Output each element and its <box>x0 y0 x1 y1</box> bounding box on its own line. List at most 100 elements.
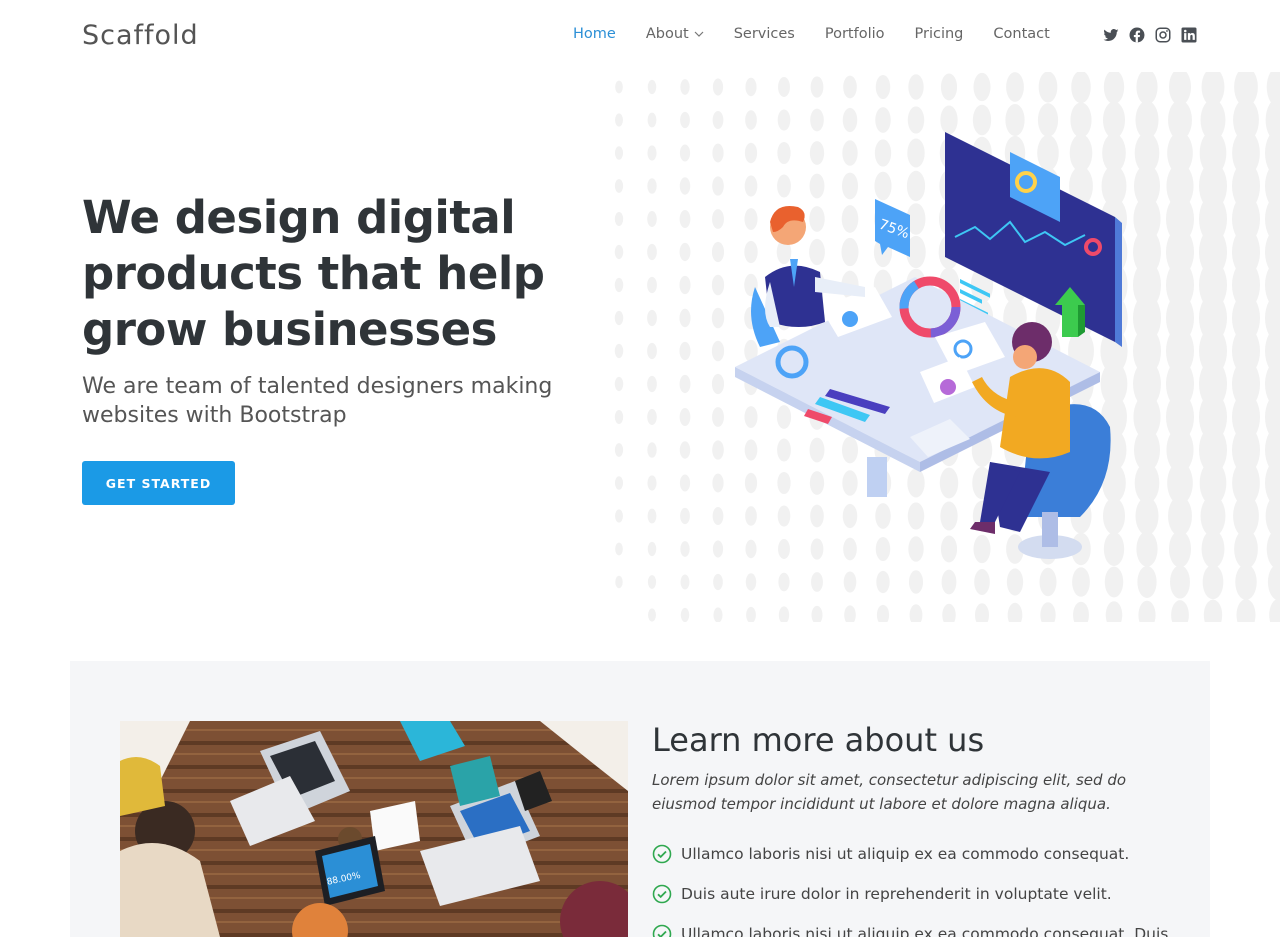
nav-item-about[interactable]: About <box>646 26 704 42</box>
background-dot <box>778 77 790 97</box>
background-dot <box>615 80 623 94</box>
background-dot <box>1235 564 1257 600</box>
background-dot <box>1201 529 1225 569</box>
background-dot <box>1138 600 1156 622</box>
background-dot <box>679 177 691 195</box>
background-dot <box>1170 565 1190 599</box>
hero-section: We design digital products that help gro… <box>0 72 1280 622</box>
background-dot <box>614 179 624 193</box>
background-dot <box>647 409 657 425</box>
background-dot <box>908 570 924 594</box>
background-dot <box>647 508 657 524</box>
background-dot <box>614 410 624 424</box>
background-dot <box>680 541 690 557</box>
background-dot <box>679 308 691 328</box>
background-dot <box>680 507 690 525</box>
background-dot <box>1007 602 1023 622</box>
background-dot <box>1104 566 1124 598</box>
nav-item-label: Home <box>573 26 616 42</box>
linkedin-icon[interactable] <box>1180 26 1198 44</box>
chevron-down-icon <box>694 31 704 37</box>
background-dot <box>680 607 690 622</box>
background-dot <box>1168 496 1192 536</box>
background-dot <box>679 341 691 361</box>
background-dot <box>778 606 790 622</box>
background-dot <box>1072 567 1090 597</box>
nav-item-label: Contact <box>993 26 1050 42</box>
background-dot <box>811 572 823 592</box>
background-dot <box>1168 530 1192 568</box>
background-dot <box>1236 599 1256 622</box>
nav-item-pricing[interactable]: Pricing <box>915 26 964 42</box>
list-item: Ullamco laboris nisi ut aliquip ex ea co… <box>652 914 1172 937</box>
background-dot <box>844 605 856 622</box>
background-dot <box>647 575 657 589</box>
list-item-text: Ullamco laboris nisi ut aliquip ex ea co… <box>681 925 1169 937</box>
background-dot <box>713 573 723 591</box>
background-dot <box>648 608 656 622</box>
background-dot <box>1137 565 1157 599</box>
site-logo[interactable]: Scaffold <box>82 20 199 51</box>
background-dot <box>647 541 657 557</box>
background-dot <box>1269 598 1280 622</box>
background-dot <box>647 276 657 294</box>
background-dot <box>973 72 991 102</box>
background-dot <box>647 243 657 261</box>
background-dot <box>712 78 724 96</box>
background-dot <box>1103 72 1125 104</box>
background-dot <box>1071 72 1091 104</box>
site-header: Scaffold Home About Services Portfolio P… <box>0 0 1280 72</box>
background-dot <box>680 111 690 129</box>
background-dot <box>647 309 657 327</box>
twitter-icon[interactable] <box>1102 26 1120 44</box>
background-dot <box>1073 601 1089 622</box>
background-dot <box>614 146 624 160</box>
check-circle-icon <box>652 844 672 864</box>
background-dot <box>1039 567 1057 597</box>
get-started-button[interactable]: GET STARTED <box>82 461 235 505</box>
background-dot <box>1203 599 1223 622</box>
background-dot <box>647 145 657 161</box>
background-dot <box>647 475 657 491</box>
background-dot <box>614 476 624 490</box>
social-links <box>1102 26 1198 44</box>
background-dot <box>1171 600 1189 622</box>
background-dot <box>746 606 756 622</box>
background-dot <box>615 542 623 556</box>
background-dot <box>614 310 624 326</box>
nav-item-label: Portfolio <box>824 26 885 42</box>
background-dot <box>1105 601 1123 622</box>
background-dot <box>679 210 691 228</box>
background-dot <box>1266 528 1280 570</box>
background-dot <box>745 77 757 97</box>
background-dot <box>1006 568 1024 596</box>
background-dot <box>679 441 691 459</box>
background-dot <box>1267 563 1280 601</box>
nav-item-home[interactable]: Home <box>573 26 616 42</box>
background-dot <box>1006 72 1024 102</box>
background-dot <box>679 474 691 492</box>
nav-item-label: About <box>645 26 689 42</box>
background-dot <box>843 75 857 99</box>
background-dot <box>679 408 691 426</box>
background-dot <box>679 275 691 295</box>
hero-subtitle: We are team of talented designers making… <box>82 374 553 428</box>
background-dot <box>614 212 624 226</box>
list-item-text: Duis aute irure dolor in reprehenderit i… <box>681 885 1112 903</box>
background-dot <box>941 569 957 595</box>
list-item-text: Ullamco laboris nisi ut aliquip ex ea co… <box>681 845 1130 863</box>
background-dot <box>647 442 657 458</box>
background-dot <box>1040 602 1056 622</box>
background-dot <box>647 211 657 227</box>
background-dot <box>974 603 990 622</box>
background-dot <box>1202 564 1224 600</box>
background-dot <box>876 570 890 594</box>
nav-item-contact[interactable]: Contact <box>993 26 1049 42</box>
nav-item-portfolio[interactable]: Portfolio <box>825 26 885 42</box>
background-dot <box>875 74 891 100</box>
background-dot <box>778 572 790 592</box>
background-dot <box>614 277 624 293</box>
nav-item-services[interactable]: Services <box>734 26 795 42</box>
facebook-icon[interactable] <box>1128 26 1146 44</box>
instagram-icon[interactable] <box>1154 26 1172 44</box>
